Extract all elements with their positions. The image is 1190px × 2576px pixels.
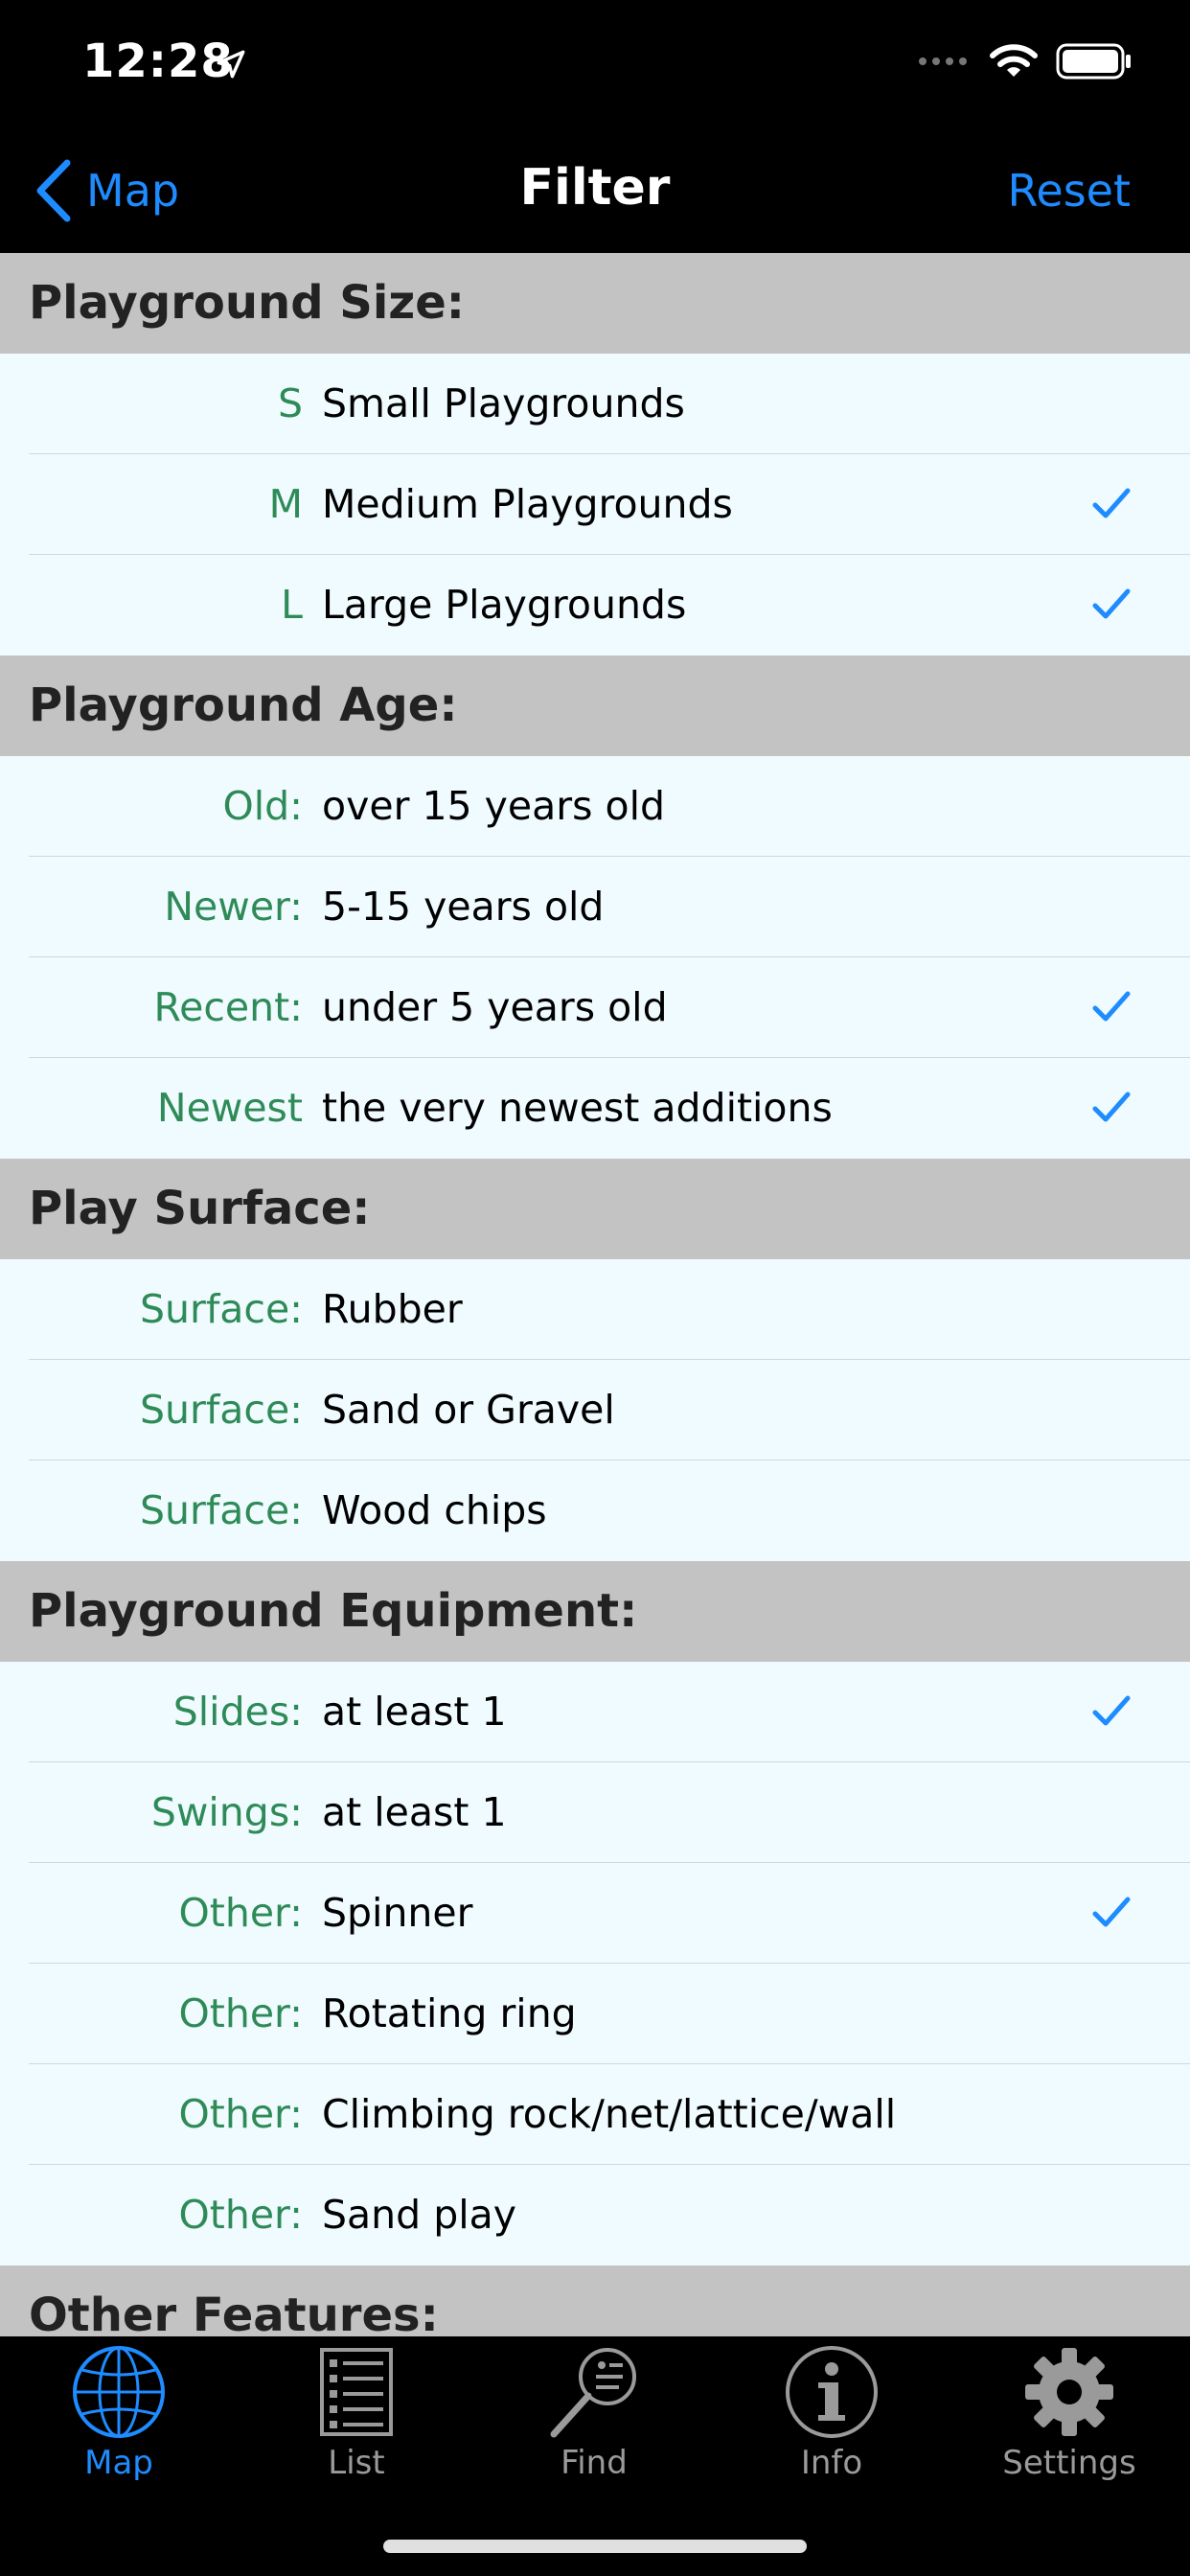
filter-option-key: Other: bbox=[178, 2192, 303, 2238]
section-header: Playground Age: bbox=[0, 656, 1190, 756]
location-arrow-icon bbox=[217, 50, 245, 79]
tab-info-label: Info bbox=[800, 2444, 863, 2482]
status-bar: 12:28 bbox=[0, 0, 1190, 134]
filter-option-label: Medium Playgrounds bbox=[322, 481, 733, 527]
filter-option-row[interactable]: S Small Playgrounds bbox=[0, 354, 1190, 454]
filter-option-row[interactable]: Newer: 5-15 years old bbox=[0, 857, 1190, 957]
filter-option-key: M bbox=[268, 481, 303, 527]
tab-find[interactable]: Find bbox=[475, 2344, 713, 2507]
filter-option-row[interactable]: Newest the very newest additions bbox=[0, 1058, 1190, 1159]
filter-option-label: at least 1 bbox=[322, 1789, 507, 1835]
filter-option-key: Swings: bbox=[150, 1789, 303, 1835]
filter-option-row[interactable]: Surface: Rubber bbox=[0, 1259, 1190, 1360]
tab-info[interactable]: Info bbox=[713, 2344, 950, 2507]
filter-option-key: Surface: bbox=[139, 1487, 303, 1533]
filter-option-row[interactable]: Old: over 15 years old bbox=[0, 756, 1190, 857]
tab-map[interactable]: Map bbox=[0, 2344, 238, 2507]
status-time: 12:28 bbox=[82, 34, 234, 88]
filter-option-key: Other: bbox=[178, 1890, 303, 1936]
filter-option-row[interactable]: Surface: Sand or Gravel bbox=[0, 1360, 1190, 1460]
filter-option-key: S bbox=[277, 380, 303, 426]
filter-option-label: over 15 years old bbox=[322, 783, 666, 829]
battery-icon bbox=[1056, 43, 1131, 80]
filter-option-label: Rotating ring bbox=[322, 1990, 577, 2036]
filter-option-label: at least 1 bbox=[322, 1689, 507, 1735]
filter-option-key: Surface: bbox=[139, 1387, 303, 1433]
filter-option-key: Old: bbox=[222, 783, 303, 829]
filter-option-label: Rubber bbox=[322, 1286, 463, 1332]
filter-option-row[interactable]: Surface: Wood chips bbox=[0, 1460, 1190, 1561]
section-header: Playground Size: bbox=[0, 253, 1190, 354]
filter-option-row[interactable]: Recent: under 5 years old bbox=[0, 957, 1190, 1058]
filter-option-key: Other: bbox=[178, 2091, 303, 2137]
list-icon bbox=[320, 2348, 393, 2436]
filter-option-key: Slides: bbox=[172, 1689, 303, 1735]
gear-icon bbox=[1025, 2348, 1113, 2436]
status-indicators bbox=[918, 42, 1133, 80]
checkmark-icon bbox=[1092, 1897, 1131, 1927]
filter-option-row[interactable]: L Large Playgrounds bbox=[0, 555, 1190, 656]
filter-option-row[interactable]: M Medium Playgrounds bbox=[0, 454, 1190, 555]
tab-map-label: Map bbox=[84, 2444, 153, 2482]
tab-find-label: Find bbox=[561, 2444, 628, 2482]
home-indicator[interactable] bbox=[383, 2540, 807, 2553]
filter-option-label: Spinner bbox=[322, 1890, 473, 1936]
reset-button[interactable]: Reset bbox=[1008, 165, 1132, 217]
globe-icon bbox=[73, 2346, 165, 2438]
filter-option-label: 5-15 years old bbox=[322, 884, 605, 930]
filter-option-key: Newest bbox=[156, 1085, 303, 1131]
filter-option-row[interactable]: Swings: at least 1 bbox=[0, 1762, 1190, 1863]
magnifier-icon bbox=[550, 2348, 636, 2438]
filter-option-label: Large Playgrounds bbox=[322, 582, 687, 628]
filter-option-key: Surface: bbox=[139, 1286, 303, 1332]
checkmark-icon bbox=[1092, 488, 1131, 518]
filter-option-row[interactable]: Other: Spinner bbox=[0, 1863, 1190, 1964]
checkmark-icon bbox=[1092, 991, 1131, 1022]
section-header: Playground Equipment: bbox=[0, 1561, 1190, 1662]
filter-option-row[interactable]: Other: Sand play bbox=[0, 2165, 1190, 2266]
filter-option-label: under 5 years old bbox=[322, 984, 668, 1030]
filter-screen: 12:28 Map Filter Reset Playground Size: … bbox=[0, 0, 1190, 2576]
filter-option-key: Newer: bbox=[164, 884, 303, 930]
section-header: Play Surface: bbox=[0, 1159, 1190, 1259]
filter-option-row[interactable]: Slides: at least 1 bbox=[0, 1662, 1190, 1762]
filter-option-row[interactable]: Other: Rotating ring bbox=[0, 1964, 1190, 2064]
tab-settings[interactable]: Settings bbox=[950, 2344, 1188, 2507]
filter-list[interactable]: Playground Size: S Small Playgrounds M Mediu… bbox=[0, 253, 1190, 2336]
filter-option-row[interactable]: Other: Climbing rock/net/lattice/wall bbox=[0, 2064, 1190, 2165]
section-header: Other Features: bbox=[0, 2266, 1190, 2336]
filter-option-label: Small Playgrounds bbox=[322, 380, 685, 426]
filter-option-label: Wood chips bbox=[322, 1487, 547, 1533]
filter-option-label: Sand play bbox=[322, 2192, 516, 2238]
wifi-icon bbox=[990, 44, 1038, 77]
filter-option-label: Sand or Gravel bbox=[322, 1387, 615, 1433]
filter-option-key: L bbox=[281, 582, 303, 628]
tab-settings-label: Settings bbox=[1002, 2444, 1136, 2482]
tab-list[interactable]: List bbox=[238, 2344, 475, 2507]
navigation-bar: Map Filter Reset bbox=[0, 134, 1190, 253]
info-icon bbox=[786, 2346, 878, 2438]
cellular-signal-icon bbox=[919, 58, 967, 65]
checkmark-icon bbox=[1092, 1695, 1131, 1726]
filter-option-key: Recent: bbox=[153, 984, 303, 1030]
filter-option-label: Climbing rock/net/lattice/wall bbox=[322, 2091, 897, 2137]
checkmark-icon bbox=[1092, 1092, 1131, 1122]
filter-option-label: the very newest additions bbox=[322, 1085, 833, 1131]
checkmark-icon bbox=[1092, 588, 1131, 619]
filter-option-key: Other: bbox=[178, 1990, 303, 2036]
tab-list-label: List bbox=[328, 2444, 385, 2482]
